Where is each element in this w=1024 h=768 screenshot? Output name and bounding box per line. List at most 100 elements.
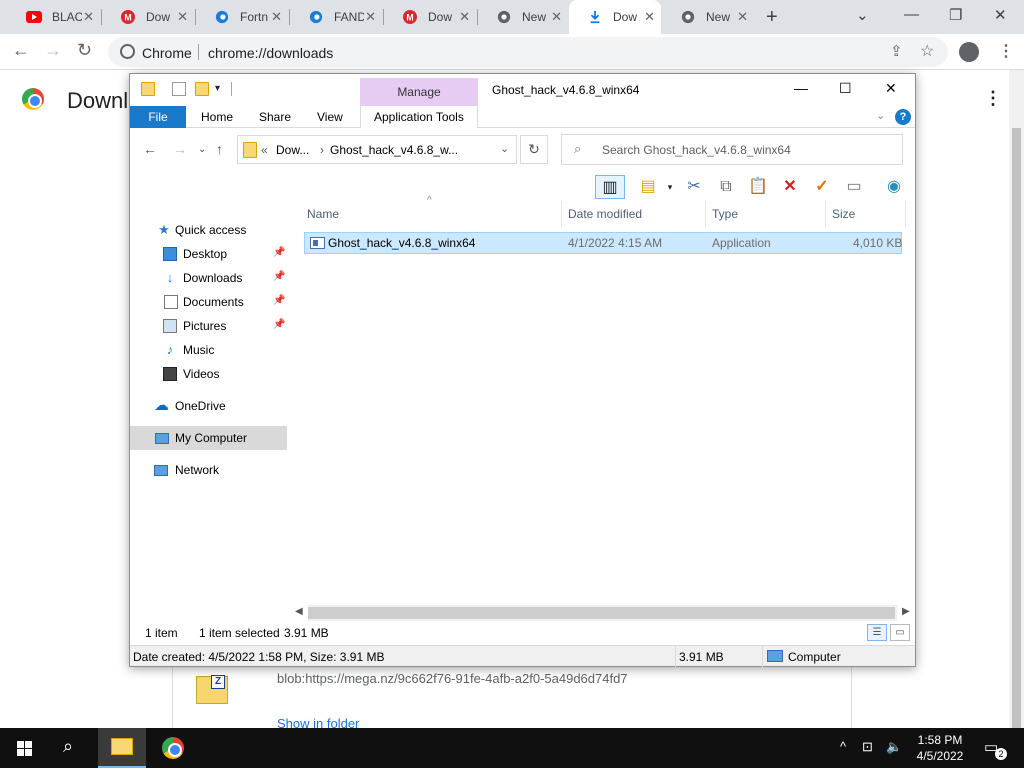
close-icon[interactable]: ✕ — [551, 9, 562, 25]
taskbar-file-explorer[interactable] — [98, 728, 146, 768]
up-arrow-icon[interactable]: ↑ — [216, 141, 223, 157]
scroll-thumb[interactable] — [308, 607, 895, 619]
pin-icon[interactable]: 📌 — [273, 295, 285, 306]
taskbar-chrome[interactable] — [148, 728, 196, 768]
nav-music[interactable]: ♪ Music — [130, 338, 287, 362]
maximize-button[interactable]: ☐ — [839, 80, 852, 97]
restore-button[interactable]: ❐ — [949, 6, 962, 24]
column-header-type[interactable]: Type — [712, 201, 822, 227]
nav-quick-access[interactable]: ★ Quick access — [130, 218, 287, 242]
tab-new-tab-2[interactable]: New ✕ — [662, 0, 754, 34]
system-clock[interactable]: 1:58 PM 4/5/2022 — [900, 732, 980, 764]
close-icon[interactable]: ✕ — [83, 9, 94, 25]
minimize-button[interactable]: — — [794, 80, 808, 96]
customize-quick-access-icon[interactable]: ▾ — [215, 83, 220, 94]
select-all-icon[interactable]: ▭ — [842, 175, 866, 199]
windows-start-icon[interactable] — [17, 741, 32, 756]
large-icons-view-icon[interactable]: ▭ — [890, 624, 910, 641]
preview-pane-icon[interactable]: ▥ — [595, 175, 625, 199]
scroll-left-icon[interactable]: ◀ — [295, 606, 303, 617]
tab-youtube[interactable]: BLAC ✕ — [8, 0, 100, 34]
breadcrumb-overflow[interactable]: « — [261, 143, 268, 157]
tab-mega-download-2[interactable]: M Dow ✕ — [384, 0, 476, 34]
column-header-date[interactable]: Date modified — [568, 201, 698, 227]
address-box[interactable]: « Dow... › Ghost_hack_v4.6.8_w... ⌄ — [237, 135, 517, 164]
tab-file[interactable]: File — [130, 106, 186, 128]
new-tab-button[interactable]: + — [766, 6, 778, 29]
forward-button[interactable]: → — [44, 40, 62, 61]
reload-button[interactable]: ↻ — [77, 40, 92, 61]
refresh-button[interactable]: ↻ — [520, 135, 548, 164]
delete-icon[interactable]: ✕ — [778, 175, 802, 199]
tab-application-tools[interactable]: Application Tools — [360, 106, 478, 128]
scroll-right-icon[interactable]: ▶ — [902, 606, 910, 617]
dropdown-icon[interactable]: ▾ — [658, 175, 682, 199]
site-label: Chrome — [142, 45, 192, 61]
column-header-name[interactable]: Name — [307, 201, 557, 227]
tab-mega-download[interactable]: M Dow ✕ — [102, 0, 194, 34]
recent-locations-icon[interactable]: ⌄ — [198, 144, 206, 155]
chrome-menu-icon[interactable]: ⋮ — [998, 41, 1014, 61]
close-icon[interactable]: ✕ — [271, 9, 282, 25]
paste-icon[interactable]: 📋 — [746, 175, 770, 199]
pin-icon[interactable]: 📌 — [273, 319, 285, 330]
back-button[interactable]: ← — [12, 40, 30, 61]
nav-downloads[interactable]: ↓ Downloads 📌 — [130, 266, 287, 290]
close-button[interactable]: ✕ — [885, 80, 897, 97]
tab-home[interactable]: Home — [201, 106, 233, 128]
tab-fandom[interactable]: FAND ✕ — [290, 0, 382, 34]
profile-avatar[interactable] — [959, 42, 979, 62]
expand-ribbon-icon[interactable]: ⌄ — [876, 109, 885, 122]
minimize-button[interactable]: — — [904, 6, 919, 23]
bookmark-star-icon[interactable]: ☆ — [920, 41, 934, 61]
nav-documents[interactable]: Documents 📌 — [130, 290, 287, 314]
nav-network[interactable]: Network — [130, 458, 287, 482]
close-icon[interactable]: ✕ — [365, 9, 376, 25]
column-header-size[interactable]: Size — [832, 201, 902, 227]
help-icon[interactable]: ? — [895, 109, 911, 125]
manage-tab[interactable]: Manage — [360, 78, 478, 106]
nav-onedrive[interactable]: ☁ OneDrive — [130, 394, 287, 418]
cut-icon[interactable]: ✂ — [682, 175, 706, 199]
search-icon[interactable]: ⌕ — [63, 736, 73, 757]
copy-icon[interactable]: ⧉ — [714, 175, 738, 199]
file-row[interactable]: Ghost_hack_v4.6.8_winx64 4/1/2022 4:15 A… — [304, 232, 902, 254]
pin-icon[interactable]: 📌 — [273, 271, 285, 282]
tab-new-tab[interactable]: New ✕ — [478, 0, 568, 34]
rename-check-icon[interactable]: ✓ — [810, 175, 834, 199]
breadcrumb-current[interactable]: Ghost_hack_v4.6.8_w... — [330, 143, 458, 157]
address-dropdown-icon[interactable]: ⌄ — [500, 142, 509, 155]
nav-videos[interactable]: Videos — [130, 362, 287, 386]
pin-icon[interactable]: 📌 — [273, 247, 285, 258]
downloads-menu-icon[interactable]: ⋮ — [984, 88, 1002, 109]
close-icon[interactable]: ✕ — [644, 9, 655, 25]
tab-downloads[interactable]: Dow ✕ — [569, 0, 661, 34]
nav-pictures[interactable]: Pictures 📌 — [130, 314, 287, 338]
close-window-button[interactable]: ✕ — [994, 6, 1007, 24]
nav-desktop[interactable]: Desktop 📌 — [130, 242, 287, 266]
properties-menu-icon[interactable]: ▤ — [636, 175, 660, 199]
show-hidden-icons-icon[interactable]: ^ — [840, 739, 846, 754]
network-tray-icon[interactable]: ⊡ — [862, 739, 873, 755]
forward-arrow-icon[interactable]: → — [173, 141, 187, 157]
horizontal-scrollbar[interactable]: ◀ ▶ — [294, 605, 915, 621]
tab-view[interactable]: View — [317, 106, 343, 128]
details-view-icon[interactable]: ☰ — [867, 624, 887, 641]
tab-fortnite[interactable]: Fortn ✕ — [196, 0, 288, 34]
close-icon[interactable]: ✕ — [737, 9, 748, 25]
download-source-url[interactable]: blob:https://mega.nz/9c662f76-91fe-4afb-… — [277, 671, 628, 686]
nav-my-computer[interactable]: My Computer — [130, 426, 287, 450]
page-scrollbar[interactable] — [1009, 70, 1024, 748]
back-arrow-icon[interactable]: ← — [143, 141, 157, 157]
tab-share[interactable]: Share — [259, 106, 291, 128]
breadcrumb-downloads[interactable]: Dow... — [276, 143, 309, 157]
share-icon[interactable]: ⇪ — [890, 42, 903, 60]
address-bar[interactable]: Chrome chrome://downloads ⇪ ☆ — [108, 37, 948, 67]
close-icon[interactable]: ✕ — [459, 9, 470, 25]
new-folder-icon[interactable] — [195, 82, 209, 96]
close-icon[interactable]: ✕ — [177, 9, 188, 25]
properties-icon[interactable] — [172, 82, 186, 96]
search-input[interactable]: ⌕ Search Ghost_hack_v4.6.8_winx64 — [561, 134, 903, 165]
network-globe-icon[interactable]: ◉ — [882, 175, 906, 199]
tab-search-chevron-icon[interactable]: ⌄ — [856, 6, 869, 24]
